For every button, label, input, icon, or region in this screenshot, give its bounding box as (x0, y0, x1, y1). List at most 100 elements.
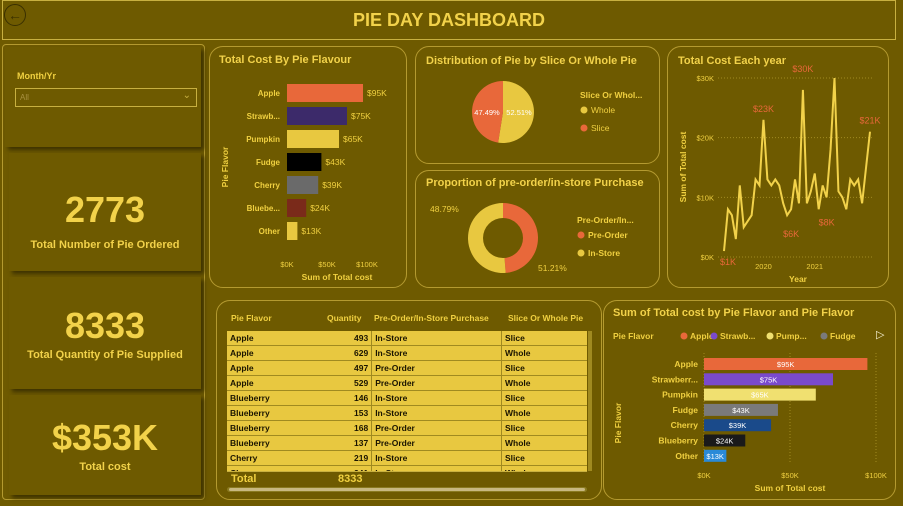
horizontal-scrollbar[interactable] (227, 487, 587, 492)
y-axis-label: Sum of Total cost (678, 131, 688, 202)
legend-marker (766, 332, 774, 340)
legend-marker (577, 249, 585, 257)
x-tick-label: $0K (697, 471, 710, 480)
data-label: 51.21% (538, 263, 567, 273)
table-row[interactable]: Blueberry 168 Pre-Order Slice (227, 420, 587, 436)
bar (287, 84, 363, 102)
data-label: $65K (343, 134, 363, 144)
table-row[interactable]: Blueberry 146 In-Store Slice (227, 390, 587, 406)
left-panel: Month/Yr All ⌄ 2773 Total Number of Pie … (2, 44, 205, 500)
col-header[interactable]: Slice Or Whole Pie (508, 313, 593, 323)
table-cell: Pre-Order (371, 360, 502, 376)
x-tick-label: $50K (318, 260, 336, 269)
preorder-instore-donut: 48.79% 51.21% Pre-Order/In... Pre-Order In-S… (430, 203, 634, 273)
data-label: $39K (729, 421, 747, 430)
data-label: $95K (777, 360, 795, 369)
y-tick-label: Cherry (254, 181, 280, 190)
data-label: 47.49% (474, 108, 500, 117)
page-title: PIE DAY DASHBOARD (2, 0, 896, 40)
data-label: $43K (325, 157, 345, 167)
data-label: $24K (310, 203, 330, 213)
table-cell: 146 (320, 390, 373, 406)
cost-by-flavour-chart: Apple $95K Strawb... $75K Pumpkin $65K Fudge $4… (220, 84, 387, 282)
kpi-cost-value: $353K (51, 417, 159, 458)
table-cell: In-Store (371, 450, 502, 466)
table-cell: Pre-Order (371, 375, 502, 391)
legend-label: Slice (591, 123, 610, 133)
table-row[interactable]: Blueberry 153 In-Store Whole (227, 405, 587, 421)
legend-marker (580, 124, 588, 132)
table-row[interactable]: Apple 497 Pre-Order Slice (227, 360, 587, 376)
cost-by-flavour-card: Total Cost By Pie Flavour Apple $95K Straw… (209, 46, 407, 288)
preorder-instore-card: Proportion of pre-order/in-store Purchas… (415, 170, 660, 288)
y-axis-label: Pie Flavor (220, 146, 230, 187)
table-cell: Blueberry (227, 420, 321, 436)
total-value: 8333 (338, 473, 363, 485)
legend-marker (577, 231, 585, 239)
y-tick-label: Cherry (671, 420, 699, 430)
x-tick-label: $0K (280, 260, 293, 269)
table-row[interactable]: Apple 493 In-Store Slice (227, 331, 587, 346)
vertical-scrollbar[interactable] (588, 331, 592, 471)
bar (287, 176, 319, 194)
donut-hole (483, 218, 523, 258)
data-label: $6K (783, 229, 799, 239)
bar (287, 130, 339, 148)
x-tick-label: 2021 (806, 262, 823, 271)
table-cell: Slice (501, 390, 587, 406)
data-label: $95K (367, 88, 387, 98)
bar (287, 199, 307, 217)
col-header[interactable]: Quantity (327, 313, 361, 323)
x-tick-label: $100K (356, 260, 378, 269)
table-cell: Blueberry (227, 405, 321, 421)
table-cell: Blueberry (227, 435, 321, 451)
legend-marker (710, 332, 718, 340)
table-row[interactable]: Blueberry 137 Pre-Order Whole (227, 435, 587, 451)
pie-table-card: Pie Flavor Quantity Pre-Order/In-Store P… (216, 300, 602, 500)
filter-label: Month/Yr (17, 71, 56, 81)
table-row[interactable]: Cherry 219 In-Store Slice (227, 450, 587, 466)
y-tick-label: Apple (674, 359, 698, 369)
table-cell: Apple (227, 360, 321, 376)
y-tick-label: Strawb... (247, 112, 280, 121)
data-label: $21K (859, 116, 880, 126)
bar (287, 107, 347, 125)
series-line (723, 77, 871, 252)
table-cell: Pre-Order (371, 435, 502, 451)
table-row[interactable]: Apple 629 In-Store Whole (227, 345, 587, 361)
month-yr-dropdown[interactable]: All ⌄ (15, 88, 197, 107)
col-header[interactable]: Pre-Order/In-Store Purchase (374, 313, 489, 323)
col-header[interactable]: Pie Flavor (231, 313, 272, 323)
x-tick-label: $50K (781, 471, 799, 480)
legend-label: Fudge (830, 331, 856, 341)
y-axis-label: Pie Flavor (613, 402, 623, 443)
data-label: $1K (720, 257, 736, 267)
data-label: $43K (732, 406, 750, 415)
table-cell: Blueberry (227, 390, 321, 406)
table-cell: Whole (501, 405, 587, 421)
legend-label: Whole (591, 105, 615, 115)
table-cell: In-Store (371, 405, 502, 421)
cost-each-year-line: $0K $10K $20K $30K 2020 2021 Year Sum of Total … (678, 64, 881, 284)
cost-by-flavor-chart: Pie Flavor Apple Strawb... Pump... Fudge Appl… (613, 331, 887, 493)
x-axis-label: Sum of Total cost (755, 483, 826, 493)
table-body: Apple 493 In-Store Slice Apple 629 In-Store Who… (227, 331, 587, 471)
data-label: $30K (792, 64, 813, 74)
y-tick-label: Pumpkin (662, 390, 698, 400)
data-label: 48.79% (430, 204, 459, 214)
legend-next-icon[interactable]: ▷ (876, 328, 884, 341)
table-cell: 137 (320, 435, 373, 451)
table-cell: In-Store (371, 390, 502, 406)
table-cell: 529 (320, 375, 373, 391)
data-label: $24K (716, 437, 734, 446)
table-cell: Whole (501, 375, 587, 391)
data-label: $13K (706, 452, 724, 461)
table-cell: Cherry (227, 450, 321, 466)
bar (287, 153, 322, 171)
data-label: $75K (760, 375, 778, 384)
table-cell: Apple (227, 331, 321, 346)
table-row[interactable]: Apple 529 Pre-Order Whole (227, 375, 587, 391)
filter-card: Month/Yr All ⌄ (5, 47, 201, 147)
data-label: $23K (753, 104, 774, 114)
legend-label: Strawb... (720, 331, 755, 341)
